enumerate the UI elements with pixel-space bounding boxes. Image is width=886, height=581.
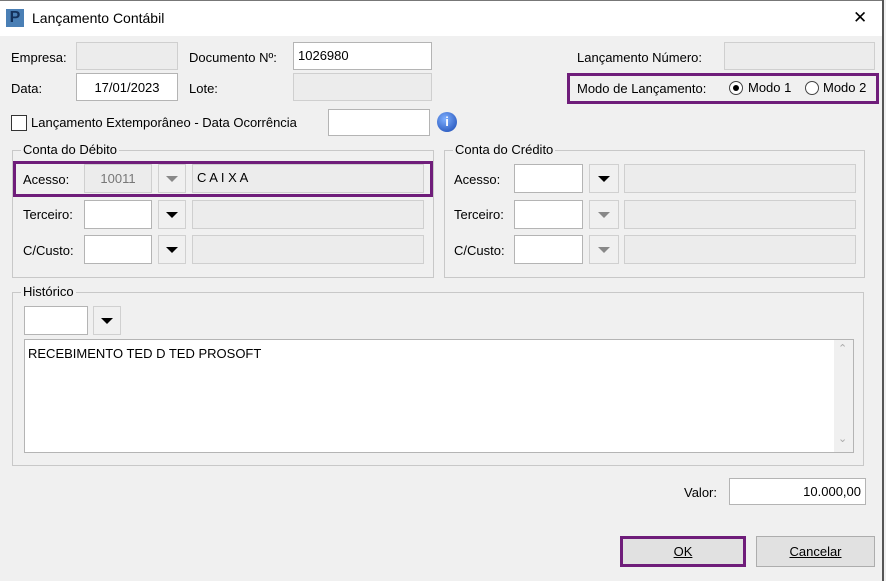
modo-label: Modo de Lançamento:	[577, 81, 707, 96]
info-icon[interactable]: i	[437, 112, 457, 132]
debito-acesso-desc: C A I X A	[192, 164, 424, 193]
credito-custo-input[interactable]	[514, 235, 583, 264]
historico-scrollbar[interactable]: ⌃ ⌄	[834, 340, 853, 452]
credito-acesso-input[interactable]	[514, 164, 583, 193]
documento-input[interactable]: 1026980	[293, 42, 432, 70]
credito-custo-dropdown[interactable]	[589, 235, 619, 264]
data-input[interactable]: 17/01/2023	[76, 73, 178, 101]
scroll-up-icon[interactable]: ⌃	[838, 342, 847, 355]
app-logo-icon: P	[6, 9, 24, 27]
data-ocorrencia-input[interactable]	[328, 109, 430, 136]
documento-label: Documento Nº:	[189, 50, 277, 65]
modo1-label[interactable]: Modo 1	[748, 80, 791, 95]
cancel-button[interactable]: Cancelar	[756, 536, 875, 567]
title-bar: P Lançamento Contábil ✕	[0, 0, 886, 36]
chevron-down-icon	[101, 317, 113, 324]
valor-input[interactable]: 10.000,00	[729, 478, 866, 505]
lancamento-numero-input[interactable]	[724, 42, 875, 70]
debito-acesso-input[interactable]: 10011	[84, 164, 152, 193]
credito-custo-desc	[624, 235, 856, 264]
historico-title: Histórico	[21, 284, 76, 299]
data-label: Data:	[11, 81, 43, 96]
chevron-down-icon	[166, 175, 178, 182]
credito-custo-label: C/Custo:	[454, 243, 505, 258]
chevron-down-icon	[598, 211, 610, 218]
debito-custo-label: C/Custo:	[23, 243, 74, 258]
credito-terceiro-input[interactable]	[514, 200, 583, 229]
historico-dropdown[interactable]	[93, 306, 121, 335]
ok-button[interactable]: OK	[620, 536, 746, 567]
window-border	[882, 0, 886, 581]
debito-acesso-label: Acesso:	[23, 172, 70, 187]
historico-textarea[interactable]: RECEBIMENTO TED D TED PROSOFT	[24, 339, 854, 453]
scroll-down-icon[interactable]: ⌄	[838, 432, 847, 445]
chevron-down-icon	[598, 246, 610, 253]
debito-custo-desc	[192, 235, 424, 264]
window-title: Lançamento Contábil	[32, 10, 165, 26]
lote-label: Lote:	[189, 81, 218, 96]
lote-input[interactable]	[293, 73, 432, 101]
conta-debito-title: Conta do Débito	[21, 142, 119, 157]
debito-terceiro-desc	[192, 200, 424, 229]
credito-acesso-dropdown[interactable]	[589, 164, 619, 193]
modo2-radio[interactable]	[805, 81, 819, 95]
conta-credito-title: Conta do Crédito	[453, 142, 556, 157]
debito-terceiro-dropdown[interactable]	[158, 200, 186, 229]
modo1-radio[interactable]	[729, 81, 743, 95]
close-icon[interactable]: ✕	[853, 8, 867, 28]
chevron-down-icon	[166, 211, 178, 218]
credito-terceiro-dropdown[interactable]	[589, 200, 619, 229]
debito-custo-dropdown[interactable]	[158, 235, 186, 264]
debito-terceiro-input[interactable]	[84, 200, 152, 229]
empresa-label: Empresa:	[11, 50, 67, 65]
chevron-down-icon	[598, 175, 610, 182]
extemporaneo-label[interactable]: Lançamento Extemporâneo - Data Ocorrênci…	[31, 115, 297, 130]
historico-combo-input[interactable]	[24, 306, 88, 335]
debito-terceiro-label: Terceiro:	[23, 207, 73, 222]
extemporaneo-checkbox[interactable]	[11, 115, 27, 131]
credito-terceiro-desc	[624, 200, 856, 229]
debito-custo-input[interactable]	[84, 235, 152, 264]
valor-label: Valor:	[684, 485, 717, 500]
credito-acesso-label: Acesso:	[454, 172, 501, 187]
debito-acesso-dropdown[interactable]	[158, 164, 186, 193]
modo2-label[interactable]: Modo 2	[823, 80, 866, 95]
credito-terceiro-label: Terceiro:	[454, 207, 504, 222]
chevron-down-icon	[166, 246, 178, 253]
empresa-input[interactable]	[76, 42, 178, 70]
credito-acesso-desc	[624, 164, 856, 193]
lancamento-numero-label: Lançamento Número:	[577, 50, 703, 65]
